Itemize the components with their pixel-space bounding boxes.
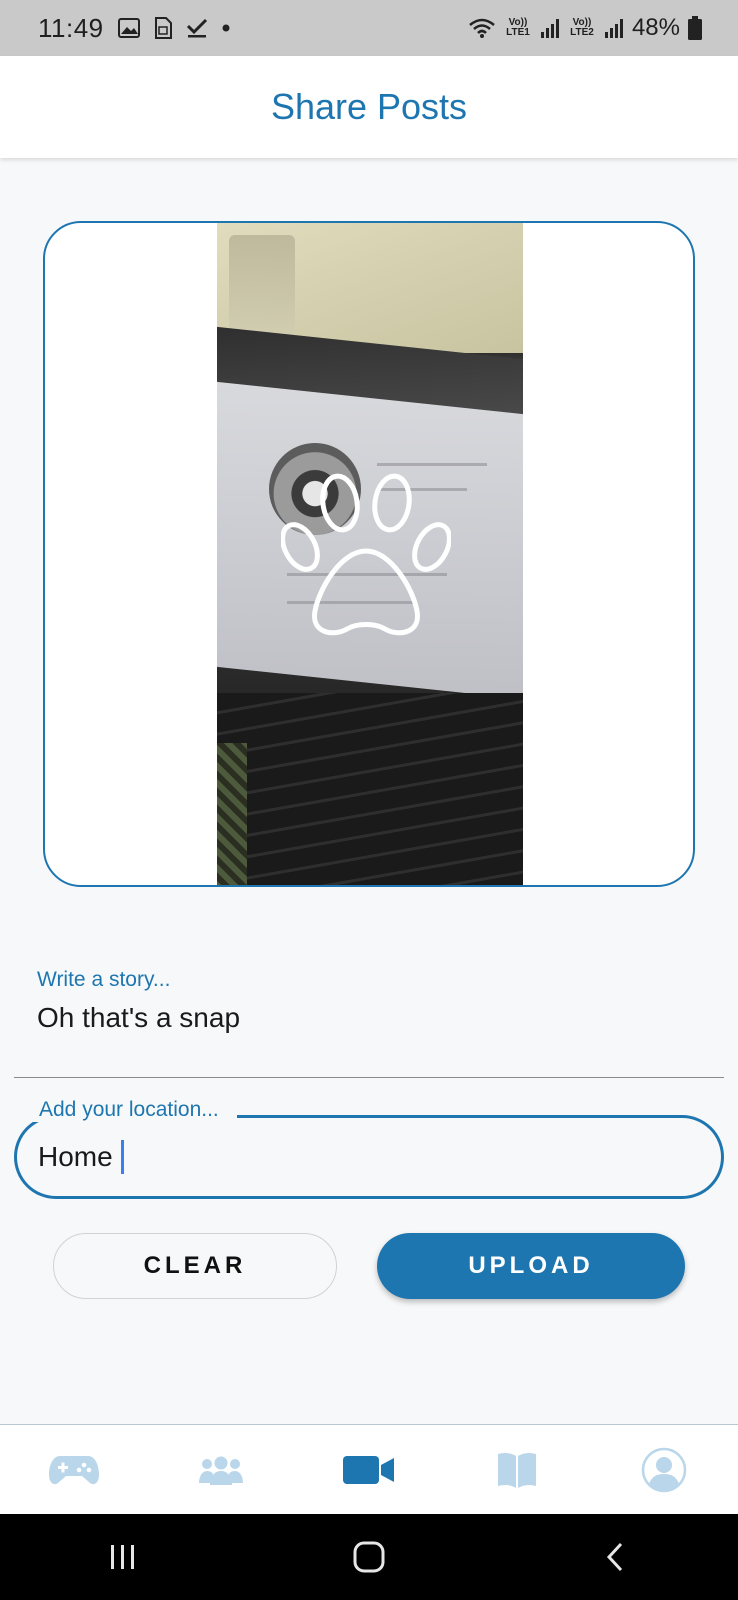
home-button[interactable] bbox=[329, 1527, 409, 1587]
image-icon bbox=[117, 18, 140, 38]
signal-icon bbox=[604, 19, 623, 38]
recent-apps-button[interactable] bbox=[83, 1527, 163, 1587]
back-icon bbox=[606, 1542, 623, 1572]
video-camera-icon bbox=[342, 1455, 394, 1484]
photo-fabric bbox=[217, 743, 247, 885]
check-icon bbox=[186, 18, 207, 38]
status-left: 11:49 bbox=[38, 13, 230, 44]
location-input-wrapper[interactable]: Home bbox=[38, 1140, 124, 1174]
photo-screen-line bbox=[377, 463, 487, 466]
nav-item-community[interactable] bbox=[181, 1440, 261, 1500]
page-title: Share Posts bbox=[270, 86, 468, 127]
status-bar: 11:49 Vo)) LTE1 Vo)) LTE2 48% bbox=[0, 0, 738, 56]
battery-icon bbox=[688, 16, 702, 40]
dot-icon bbox=[222, 24, 230, 32]
location-input[interactable]: Home bbox=[38, 1141, 113, 1173]
text-cursor bbox=[120, 1140, 124, 1174]
notification-icons bbox=[117, 17, 230, 39]
wifi-icon bbox=[469, 18, 495, 38]
nav-item-share-video[interactable] bbox=[329, 1440, 409, 1500]
status-time: 11:49 bbox=[38, 12, 104, 43]
book-icon bbox=[497, 1452, 536, 1488]
profile-icon bbox=[641, 1447, 687, 1492]
gamepad-icon bbox=[48, 1455, 99, 1484]
location-label: Add your location... bbox=[33, 1098, 237, 1122]
signal-icon bbox=[540, 19, 559, 38]
recent-apps-icon bbox=[111, 1545, 134, 1569]
story-label: Write a story... bbox=[37, 968, 171, 991]
selected-photo bbox=[217, 223, 523, 885]
network-2-label: Vo)) LTE2 bbox=[570, 17, 594, 38]
story-input[interactable]: Oh that's a snap bbox=[37, 1002, 240, 1034]
media-preview[interactable] bbox=[43, 221, 695, 887]
story-field[interactable]: Write a story... Oh that's a snap bbox=[14, 960, 724, 1078]
clear-button[interactable]: CLEAR bbox=[53, 1233, 337, 1299]
app-header: Share Posts bbox=[0, 56, 738, 158]
upload-button[interactable]: UPLOAD bbox=[377, 1233, 685, 1299]
story-underline bbox=[14, 1077, 724, 1078]
home-icon bbox=[353, 1541, 385, 1573]
nav-item-stories[interactable] bbox=[477, 1440, 557, 1500]
network-1-label: Vo)) LTE1 bbox=[506, 17, 530, 38]
system-navigation bbox=[0, 1514, 738, 1600]
nav-item-profile[interactable] bbox=[624, 1440, 704, 1500]
status-right: Vo)) LTE1 Vo)) LTE2 48% bbox=[468, 14, 702, 42]
users-icon bbox=[199, 1456, 244, 1485]
photo-keyboard bbox=[217, 693, 523, 885]
bottom-navigation bbox=[0, 1424, 738, 1514]
paw-icon bbox=[281, 473, 451, 636]
sim-card-icon bbox=[154, 17, 172, 39]
nav-item-games[interactable] bbox=[34, 1440, 114, 1500]
location-field[interactable]: Add your location... Home bbox=[14, 1098, 724, 1199]
battery-percent: 48% bbox=[631, 14, 680, 41]
back-button[interactable] bbox=[575, 1527, 655, 1587]
